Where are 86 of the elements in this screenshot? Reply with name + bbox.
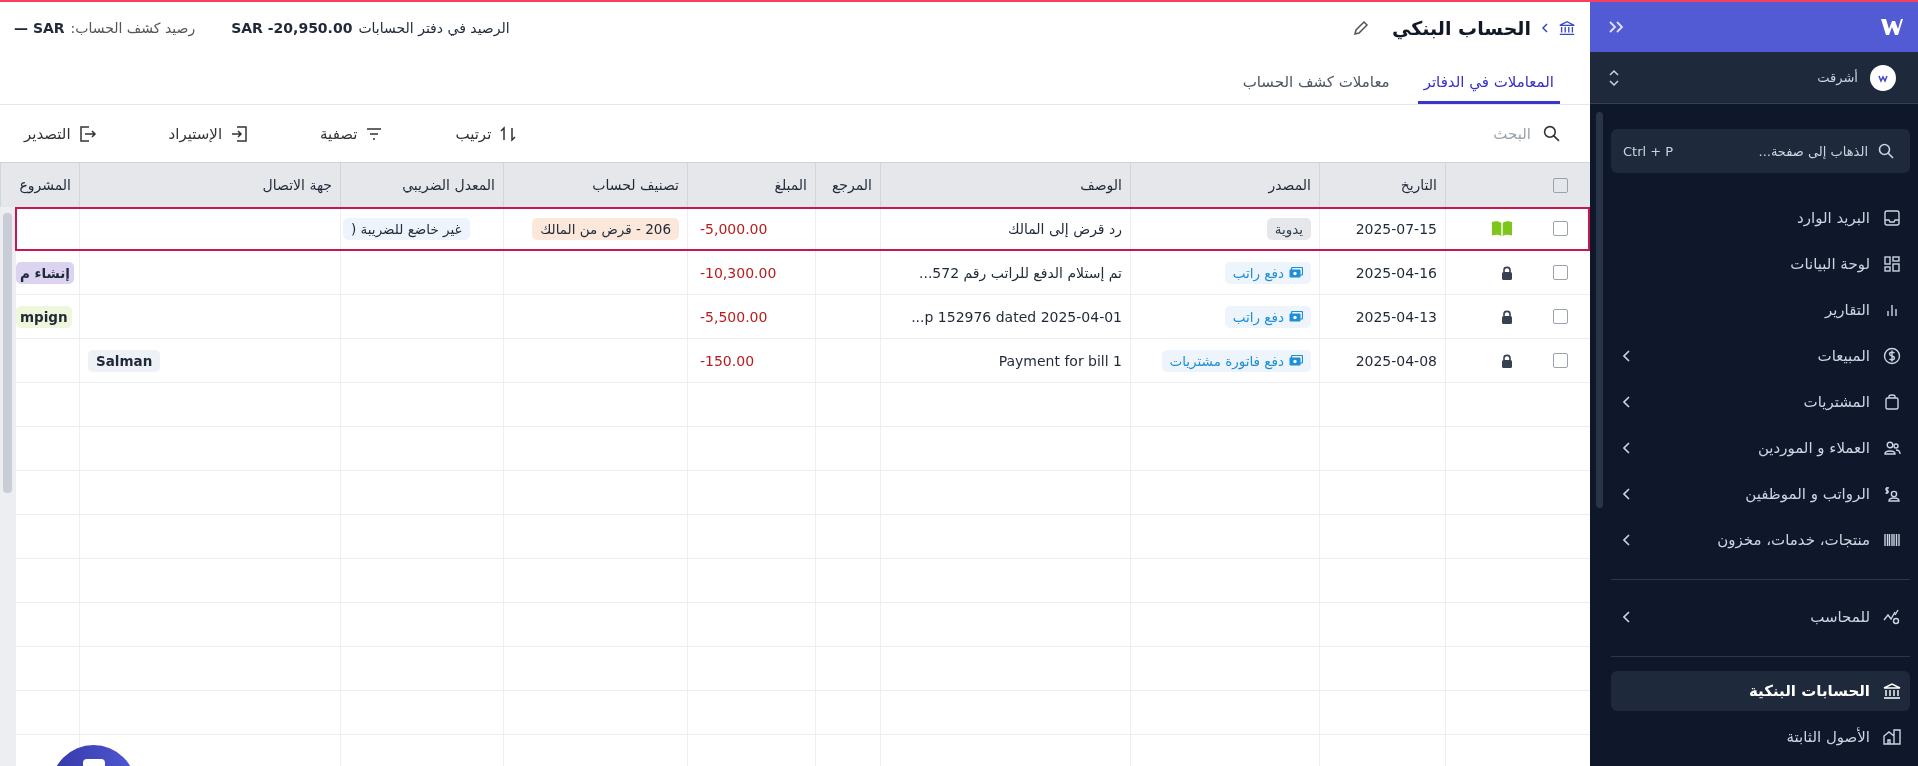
- tax-tag: غير خاضع للضريبة (: [343, 217, 470, 240]
- table-cell: 2025-04-08: [1319, 339, 1445, 383]
- scrollbar[interactable]: [1596, 112, 1603, 508]
- lock-icon: [1501, 265, 1513, 280]
- table-cell: 2025-04-16: [1319, 251, 1445, 295]
- row-checkbox[interactable]: [1553, 353, 1568, 368]
- search-placeholder: الذهاب إلى صفحة...: [1758, 143, 1868, 159]
- banknote-icon: [1289, 355, 1303, 366]
- table-cell: 2025-07-15: [1319, 207, 1445, 251]
- tab[interactable]: المعاملات في الدفاتر: [1417, 73, 1560, 104]
- table-cell: 2025-04-13: [1319, 295, 1445, 339]
- inbox-icon: [1882, 208, 1902, 228]
- table-cell: Payment for bill 1: [880, 339, 1130, 383]
- table-cell: [815, 251, 880, 295]
- menu-item[interactable]: المشتريات: [1611, 379, 1910, 425]
- chevron-icon: [1541, 23, 1548, 33]
- column-header[interactable]: التاريخ: [1319, 163, 1445, 207]
- dashboard-icon: [1882, 254, 1902, 274]
- collapse-icon[interactable]: [1608, 20, 1626, 34]
- tab[interactable]: معاملات كشف الحساب: [1236, 73, 1396, 104]
- balance-label: رصيد كشف الحساب:: [70, 20, 196, 36]
- menu-item[interactable]: الرواتب و الموظفين: [1611, 471, 1910, 517]
- export-icon: [78, 124, 97, 143]
- row-checkbox[interactable]: [1553, 309, 1568, 324]
- toolbar-button[interactable]: تصفية: [314, 120, 390, 147]
- amount: -10,300.00: [700, 264, 777, 281]
- menu-item[interactable]: الحسابات البنكية: [1611, 671, 1910, 711]
- balance-value: SAR -20,950.00: [231, 20, 353, 36]
- sort-icon: [499, 124, 518, 143]
- column-header[interactable]: المبلغ: [687, 163, 815, 207]
- banknote-icon: [1289, 311, 1303, 322]
- category-tag: 206 - قرض من المالك: [532, 217, 679, 240]
- menu-item[interactable]: البريد الوارد: [1611, 195, 1910, 241]
- row-checkbox[interactable]: [1553, 265, 1568, 280]
- project-tag: mpign: [16, 305, 72, 328]
- building-icon: [1882, 727, 1902, 747]
- menu-item[interactable]: المبيعات: [1611, 333, 1910, 379]
- select-all-checkbox[interactable]: [1553, 177, 1568, 193]
- lock-icon: [1501, 353, 1513, 368]
- column-header[interactable]: تصنيف لحساب: [503, 163, 687, 207]
- toolbar-button[interactable]: التصدير: [18, 120, 103, 147]
- logo-icon: [1880, 17, 1904, 37]
- search-icon: [1878, 143, 1894, 159]
- menu-item[interactable]: للمحاسب: [1611, 594, 1910, 640]
- table-cell: رد قرض إلى المالك: [880, 207, 1130, 251]
- org-name[interactable]: أشرقت: [1817, 70, 1858, 85]
- org-avatar-icon: [1870, 64, 1896, 91]
- column-header[interactable]: المرجع: [815, 163, 880, 207]
- balance-label: الرصيد في دفتر الحسابات: [358, 20, 510, 36]
- bag-icon: [1882, 392, 1902, 412]
- amount: -5,500.00: [700, 308, 768, 325]
- toolbar-button[interactable]: ترتيب: [449, 120, 524, 147]
- project-tag: إنشاء م: [16, 261, 74, 284]
- balance-value: SAR —: [14, 20, 65, 36]
- row-checkbox[interactable]: [1553, 221, 1568, 236]
- dollar-icon: [1882, 346, 1902, 366]
- page-title: الحساب البنكي: [1392, 17, 1531, 39]
- search-icon: [1543, 125, 1560, 142]
- source-tag[interactable]: يدوية: [1266, 217, 1311, 240]
- menu-item[interactable]: منتجات، خدمات، مخزون: [1611, 517, 1910, 563]
- import-icon: [230, 124, 249, 143]
- column-header[interactable]: الوصف: [880, 163, 1130, 207]
- contact-tag: Salman: [88, 349, 161, 372]
- banknote-icon: [1289, 267, 1303, 278]
- menu-item[interactable]: التقارير: [1611, 287, 1910, 333]
- table-cell: تم إستلام الدفع للراتب رقم 572...: [880, 251, 1130, 295]
- column-header[interactable]: جهة الاتصال: [79, 163, 340, 207]
- column-header[interactable]: المصدر: [1130, 163, 1319, 207]
- bank-icon[interactable]: [1558, 19, 1576, 37]
- table-cell: p 152976 dated 2025-04-01...: [880, 295, 1130, 339]
- amount: -150.00: [700, 352, 755, 369]
- menu-item[interactable]: العملاء و الموردين: [1611, 425, 1910, 471]
- edit-icon[interactable]: [1352, 19, 1371, 37]
- menu-item[interactable]: لوحة البيانات: [1611, 241, 1910, 287]
- book-icon: [1491, 220, 1513, 237]
- switch-org-icon[interactable]: [1608, 68, 1620, 87]
- amount: -5,000.00: [700, 220, 768, 237]
- lock-icon: [1501, 309, 1513, 324]
- column-header[interactable]: المعدل الضريبي: [340, 163, 503, 207]
- menu-item[interactable]: الأصول الثابتة: [1611, 714, 1910, 760]
- chart-gear-icon: [1882, 607, 1902, 627]
- person-dollar-icon: [1882, 484, 1902, 504]
- shortcut-hint: Ctrl + P: [1623, 143, 1674, 159]
- toolbar-button[interactable]: الإستيراد: [162, 120, 255, 147]
- bank-icon: [1882, 681, 1902, 701]
- scrollbar[interactable]: [3, 213, 12, 493]
